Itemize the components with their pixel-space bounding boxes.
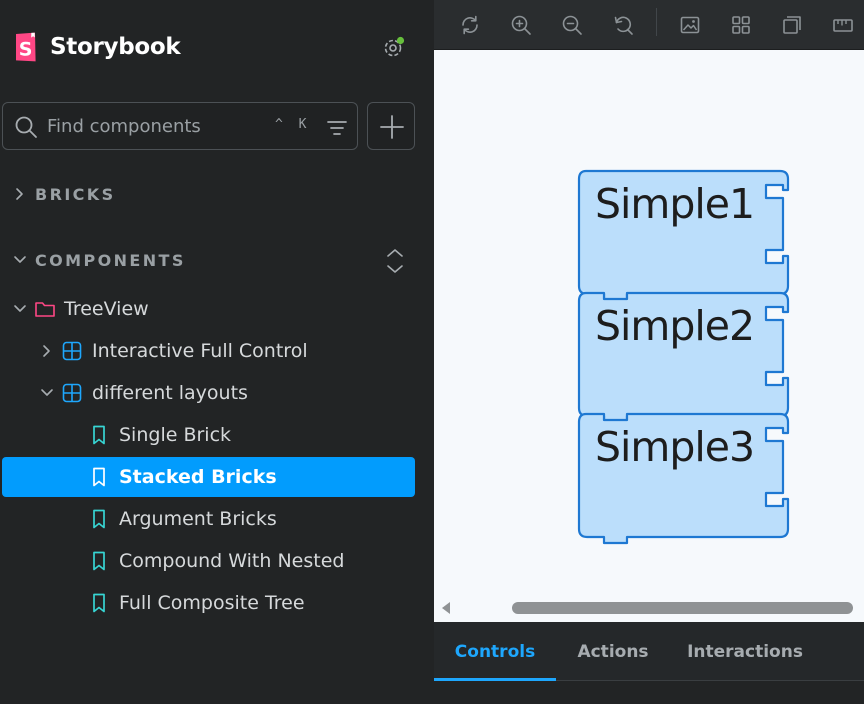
search-icon — [15, 116, 37, 138]
gear-icon — [384, 36, 405, 57]
horizontal-scrollbar[interactable] — [512, 602, 853, 614]
tree-component-interactive-full-control[interactable]: Interactive Full Control — [2, 331, 415, 371]
tree-story-compound-with-nested[interactable]: Compound With Nested — [2, 541, 415, 581]
app-name: Storybook — [50, 34, 181, 60]
chevron-right-icon — [43, 345, 50, 357]
component-icon — [62, 383, 82, 403]
tab-interactions[interactable]: Interactions — [677, 622, 813, 681]
storybook-logo-icon: S — [16, 32, 36, 62]
image-icon — [680, 16, 700, 34]
tree-story-argument-bricks[interactable]: Argument Bricks — [2, 499, 415, 539]
bookmark-icon — [93, 467, 105, 487]
brick-simple2[interactable]: Simple2 — [577, 291, 790, 424]
background-button[interactable] — [675, 10, 705, 40]
tree-story-stacked-bricks[interactable]: Stacked Bricks — [2, 457, 415, 497]
chevron-down-icon — [41, 389, 53, 396]
zoom-out-icon — [562, 15, 582, 35]
brand[interactable]: S Storybook — [14, 30, 181, 64]
tree-story-label: Single Brick — [119, 424, 232, 446]
svg-text:S: S — [19, 39, 33, 61]
brick-label: Simple2 — [595, 302, 755, 350]
tree-story-label: Argument Bricks — [119, 508, 277, 530]
section-label: BRICKS — [35, 184, 116, 204]
brick-simple1[interactable]: Simple1 — [577, 169, 790, 302]
settings-button[interactable] — [380, 33, 408, 61]
section-components[interactable]: COMPONENTS — [0, 245, 186, 275]
scroll-left-arrow-icon[interactable] — [440, 601, 452, 615]
section-label: COMPONENTS — [35, 250, 186, 270]
measure-button[interactable] — [828, 10, 858, 40]
component-icon — [62, 341, 82, 361]
outline-button[interactable] — [777, 10, 807, 40]
addon-tabs: Controls Actions Interactions — [434, 622, 864, 681]
section-bricks[interactable]: BRICKS — [0, 179, 116, 209]
create-button[interactable] — [367, 102, 415, 150]
filter-icon[interactable] — [325, 116, 349, 140]
expand-collapse-icon[interactable] — [383, 247, 407, 275]
preview-toolbar — [434, 0, 864, 50]
tab-actions[interactable]: Actions — [564, 622, 662, 681]
zoom-reset-button[interactable] — [608, 10, 638, 40]
search-shortcut: ^ K — [275, 117, 311, 132]
brick-simple3[interactable]: Simple3 — [577, 412, 790, 545]
zoom-out-button[interactable] — [557, 10, 587, 40]
toolbar-divider — [656, 8, 657, 36]
chevron-down-icon — [14, 256, 26, 263]
tree-folder-label: TreeView — [64, 298, 149, 320]
preview-canvas: Simple1 Simple2 Simple3 — [434, 50, 864, 622]
ruler-icon — [833, 19, 853, 32]
tab-controls[interactable]: Controls — [434, 622, 556, 681]
bookmark-icon — [93, 509, 105, 529]
reload-icon — [462, 15, 478, 35]
grid-button[interactable] — [726, 10, 756, 40]
tree-component-label: Interactive Full Control — [92, 340, 308, 362]
tree-story-single-brick[interactable]: Single Brick — [2, 415, 415, 455]
brick-label: Simple3 — [595, 423, 755, 471]
tree-component-label: different layouts — [92, 382, 248, 404]
sidebar: S Storybook ^ K BRICK — [0, 0, 434, 704]
reload-button[interactable] — [455, 10, 485, 40]
zoom-in-button[interactable] — [506, 10, 536, 40]
bookmark-icon — [93, 551, 105, 571]
tree-story-full-composite-tree[interactable]: Full Composite Tree — [2, 583, 415, 623]
chevron-down-icon — [14, 305, 26, 312]
tree-story-label: Full Composite Tree — [119, 592, 305, 614]
tree-component-different-layouts[interactable]: different layouts — [2, 373, 415, 413]
bookmark-icon — [93, 593, 105, 613]
outline-icon — [783, 16, 801, 34]
search-box[interactable]: ^ K — [2, 102, 358, 150]
zoom-reset-icon — [614, 16, 633, 35]
grid-icon — [732, 16, 750, 34]
search-input[interactable] — [47, 111, 267, 141]
tree-folder-treeview[interactable]: TreeView — [2, 289, 415, 329]
tree-story-label: Compound With Nested — [119, 550, 345, 572]
addon-panel: Controls Actions Interactions — [434, 622, 864, 704]
zoom-in-icon — [511, 15, 531, 35]
plus-icon — [380, 115, 404, 139]
folder-icon — [35, 302, 55, 317]
bookmark-icon — [93, 425, 105, 445]
tree-story-label: Stacked Bricks — [119, 466, 277, 488]
chevron-right-icon — [16, 188, 23, 200]
brick-label: Simple1 — [595, 180, 755, 228]
